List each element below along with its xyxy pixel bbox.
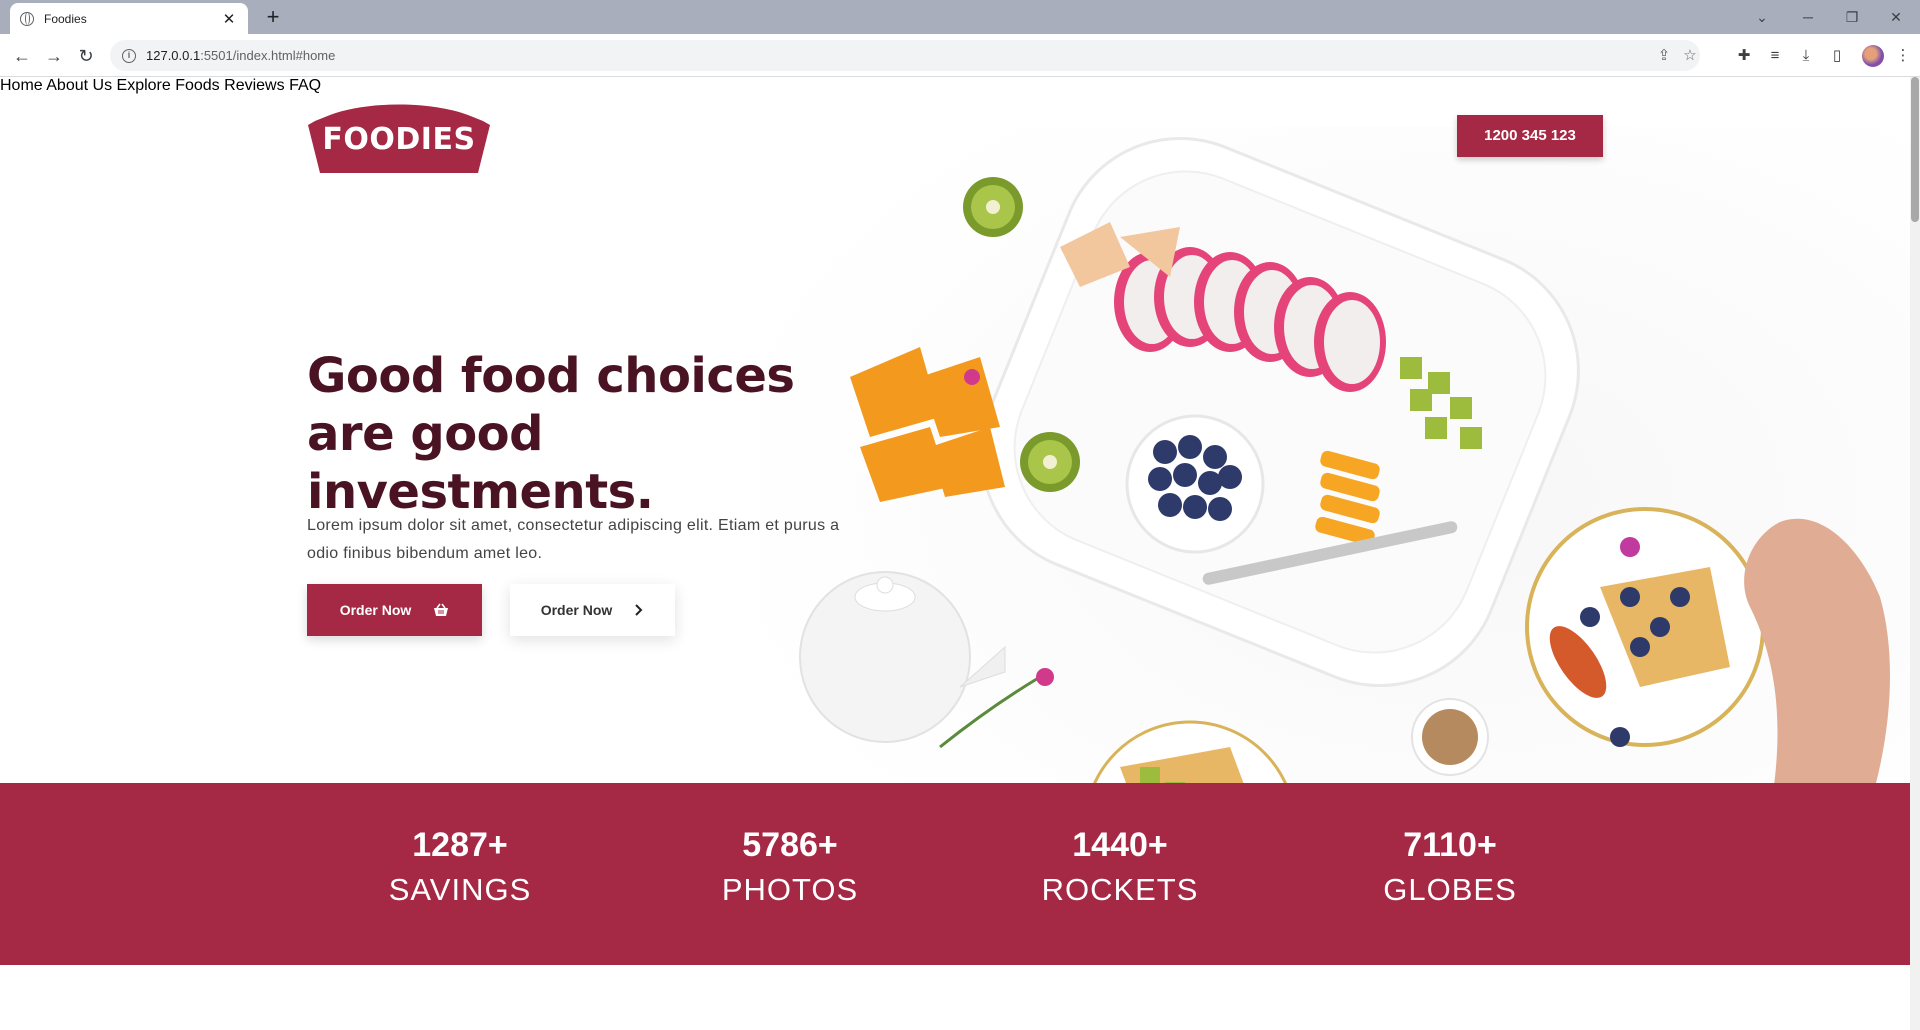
order-now-secondary-label: Order Now xyxy=(540,602,613,618)
stat-label: GLOBES xyxy=(1383,872,1517,907)
tab-strip: Foodies ✕ + ⌄ ─ ❐ ✕ xyxy=(0,0,1920,34)
page: FOODIES Home About Us Explore Foods Revi… xyxy=(0,77,1920,1030)
info-icon[interactable]: i xyxy=(122,48,136,63)
chevron-right-icon xyxy=(635,604,643,616)
stat-label: PHOTOS xyxy=(721,872,859,907)
stat-item: 7110+ GLOBES xyxy=(1320,823,1580,913)
browser-tab[interactable]: Foodies ✕ xyxy=(10,3,248,34)
star-icon[interactable]: ☆ xyxy=(1680,46,1700,66)
browser-toolbar: ← → ↻ i 127.0.0.1:5501/index.html#home ⇪… xyxy=(0,34,1920,77)
avatar[interactable] xyxy=(1862,45,1884,67)
share-icon[interactable]: ⇪ xyxy=(1654,46,1674,66)
stats-band: 1287+ SAVINGS 5786+ PHOTOS 1440+ ROCKETS… xyxy=(0,783,1910,965)
hero-lead: Lorem ipsum dolor sit amet, consectetur … xyxy=(307,517,840,562)
order-now-label: Order Now xyxy=(339,602,412,618)
minimize-icon[interactable]: ─ xyxy=(1786,5,1830,29)
back-icon[interactable]: ← xyxy=(8,42,36,70)
order-now-secondary-button[interactable]: Order Now xyxy=(510,584,675,636)
stat-label: ROCKETS xyxy=(1041,872,1199,907)
stat-number: 1440+ xyxy=(1072,826,1168,864)
close-window-icon[interactable]: ✕ xyxy=(1874,5,1918,29)
hero-food-image xyxy=(760,127,1910,860)
download-icon[interactable]: ⤓ xyxy=(1795,45,1817,67)
logo-text: FOODIES xyxy=(322,122,476,157)
sidepanel-icon[interactable]: ▯ xyxy=(1826,45,1848,67)
nav-explore-foods[interactable]: Explore Foods xyxy=(117,77,220,94)
nav-faq[interactable]: FAQ xyxy=(289,77,321,94)
stat-number: 5786+ xyxy=(742,826,838,864)
basket-icon xyxy=(434,603,449,616)
stat-number: 1287+ xyxy=(412,826,508,864)
nav-home[interactable]: Home xyxy=(0,77,43,94)
order-now-button[interactable]: Order Now xyxy=(307,584,482,636)
stat-item: 1287+ SAVINGS xyxy=(330,823,590,913)
new-tab-button[interactable]: + xyxy=(260,4,286,30)
stat-item: 1440+ ROCKETS xyxy=(990,823,1250,913)
url-text: 127.0.0.1:5501/index.html#home xyxy=(146,48,336,63)
menu-icon[interactable]: ⋮ xyxy=(1892,45,1914,67)
stat-item: 5786+ PHOTOS xyxy=(660,823,920,913)
globe-icon xyxy=(20,11,34,26)
page-scrollbar[interactable] xyxy=(1910,77,1920,1030)
reload-icon[interactable]: ↻ xyxy=(72,42,100,70)
nav-about-us[interactable]: About Us xyxy=(46,77,112,94)
phone-button[interactable]: 1200 345 123 xyxy=(1457,115,1603,157)
puzzle-icon[interactable]: ✚ xyxy=(1733,45,1755,67)
media-icon[interactable]: ≡ xyxy=(1764,45,1786,67)
nav-reviews[interactable]: Reviews xyxy=(224,77,284,94)
tab-search-icon[interactable]: ⌄ xyxy=(1740,5,1784,29)
tab-title: Foodies xyxy=(44,11,87,26)
address-bar[interactable]: i 127.0.0.1:5501/index.html#home ⇪ ☆ xyxy=(110,40,1700,71)
stat-number: 7110+ xyxy=(1403,826,1497,864)
restore-icon[interactable]: ❐ xyxy=(1830,5,1874,29)
hero-headline: Good food choices are good investments. xyxy=(307,348,795,520)
site-logo[interactable]: FOODIES xyxy=(308,97,490,173)
close-icon[interactable]: ✕ xyxy=(220,10,238,28)
scroll-thumb[interactable] xyxy=(1911,77,1919,222)
stat-label: SAVINGS xyxy=(388,872,532,907)
forward-icon[interactable]: → xyxy=(40,42,68,70)
main-nav: Home About Us Explore Foods Reviews FAQ xyxy=(0,77,1920,95)
